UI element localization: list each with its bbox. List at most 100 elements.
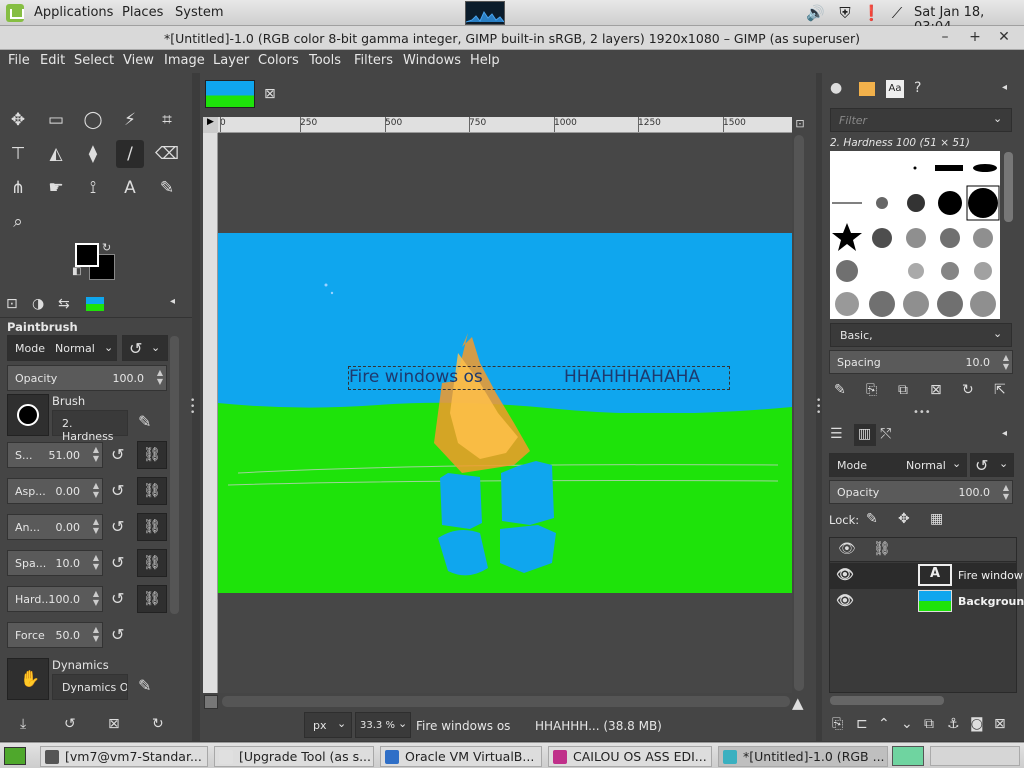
- paths-tab-icon[interactable]: ⤲: [880, 426, 891, 442]
- chain-link-icon[interactable]: ⛓: [137, 477, 167, 505]
- edit-dynamics-icon[interactable]: ✎: [138, 676, 151, 695]
- dock-resize-handle[interactable]: • • •: [816, 397, 821, 418]
- unit-dropdown[interactable]: px ⌄: [304, 712, 352, 738]
- volume-icon[interactable]: 🔊: [806, 4, 825, 22]
- channels-tab-icon[interactable]: ▥: [854, 424, 876, 446]
- color-picker-tool-icon[interactable]: ✎: [153, 174, 181, 202]
- zoom-on-resize-icon[interactable]: ⊡: [792, 117, 808, 133]
- foreground-color-swatch[interactable]: [75, 243, 99, 267]
- images-tab-icon[interactable]: [86, 297, 104, 311]
- duplicate-layer-icon[interactable]: ⧉: [924, 716, 934, 732]
- brushes-tab-icon[interactable]: ●: [830, 80, 842, 96]
- reset-icon[interactable]: ↺: [111, 517, 124, 536]
- brush-preview-button[interactable]: [7, 394, 49, 436]
- lock-alpha-icon[interactable]: ▦: [930, 511, 943, 527]
- paths-tool-icon[interactable]: ⟟: [79, 174, 107, 202]
- reset-icon[interactable]: ↺: [111, 625, 124, 644]
- horizontal-scrollbar[interactable]: [222, 696, 790, 707]
- menu-system[interactable]: System: [175, 5, 223, 20]
- brush-spacing-slider[interactable]: Spacing 10.0 ▲ ▼: [829, 350, 1013, 374]
- delete-tool-preset-icon[interactable]: ⊠: [108, 716, 120, 732]
- anchor-layer-icon[interactable]: ⚓: [947, 716, 960, 732]
- reset-tool-options-icon[interactable]: ↻: [152, 716, 164, 732]
- zoom-tool-icon[interactable]: ⌕: [4, 208, 32, 236]
- open-brush-icon[interactable]: ⇱: [994, 382, 1006, 398]
- menu-layer[interactable]: Layer: [213, 53, 249, 68]
- device-status-tab-icon[interactable]: ◑: [32, 296, 44, 312]
- undo-history-tab-icon[interactable]: ⇆: [58, 296, 70, 312]
- patterns-tab-icon[interactable]: [859, 82, 875, 96]
- brush-filter-input[interactable]: Filter ⌄: [830, 108, 1012, 132]
- menu-file[interactable]: File: [8, 53, 30, 68]
- reset-icon[interactable]: ↺: [111, 481, 124, 500]
- eye-icon[interactable]: 👁: [836, 593, 854, 609]
- layer-opacity-slider[interactable]: Opacity 100.0 ▲ ▼: [829, 480, 1013, 504]
- dock-separator-handle[interactable]: •••: [913, 407, 931, 418]
- taskbar-button[interactable]: [Upgrade Tool (as s...: [214, 746, 374, 767]
- image-tab-thumbnail[interactable]: [205, 80, 255, 108]
- menu-edit[interactable]: Edit: [40, 53, 65, 68]
- workspace-switcher[interactable]: [892, 746, 924, 766]
- layer-row[interactable]: 👁 Backgroun: [830, 589, 1024, 615]
- menu-help[interactable]: Help: [470, 53, 500, 68]
- edit-brush-icon[interactable]: ✎: [834, 382, 846, 398]
- crop-tool-icon[interactable]: ⌗: [153, 106, 181, 134]
- reset-icon[interactable]: ↺: [111, 445, 124, 464]
- spin-arrows-icon[interactable]: ▲ ▼: [93, 445, 99, 463]
- mode-reset-dropdown[interactable]: ↺ ⌄: [122, 335, 168, 361]
- close-image-tab-icon[interactable]: ⊠: [264, 86, 276, 102]
- text-tool-icon[interactable]: A: [116, 174, 144, 202]
- taskbar-button[interactable]: CAILOU OS ASS EDI...: [548, 746, 712, 767]
- new-layer-group-icon[interactable]: ⊏: [856, 716, 868, 732]
- brush-tag-dropdown[interactable]: Basic, ⌄: [830, 323, 1012, 347]
- restore-tool-preset-icon[interactable]: ↺: [64, 716, 76, 732]
- spin-arrows-icon[interactable]: ▲ ▼: [93, 517, 99, 535]
- minimize-button[interactable]: –: [936, 29, 954, 47]
- spin-arrows-icon[interactable]: ▲ ▼: [1003, 483, 1009, 501]
- network-icon[interactable]: ⟋: [888, 4, 906, 22]
- taskbar-button[interactable]: [vm7@vm7-Standar...: [40, 746, 208, 767]
- ruler-horizontal[interactable]: 0 250 500 750 1000 1250 1500: [218, 117, 792, 133]
- chain-link-icon[interactable]: ⛓: [137, 549, 167, 577]
- quick-mask-menu-icon[interactable]: ▶: [203, 117, 218, 133]
- spin-arrows-icon[interactable]: ▲ ▼: [93, 553, 99, 571]
- layers-tab-icon[interactable]: ☰: [830, 426, 843, 442]
- navigate-icon[interactable]: [204, 695, 218, 709]
- raise-layer-icon[interactable]: ⌃: [878, 716, 890, 732]
- edit-brush-icon[interactable]: ✎: [138, 412, 151, 431]
- new-brush-icon[interactable]: ⎘: [866, 382, 877, 398]
- fonts-tab-icon[interactable]: Aa: [886, 80, 904, 98]
- paintbrush-tool-icon[interactable]: /: [116, 140, 144, 168]
- lasso-tool-icon[interactable]: ◯: [79, 106, 107, 134]
- smudge-tool-icon[interactable]: ☛: [42, 174, 70, 202]
- mode-dropdown[interactable]: Mode Normal ⌄: [7, 335, 117, 361]
- dynamics-preview-button[interactable]: ✋: [7, 658, 49, 700]
- new-layer-icon[interactable]: ⎘: [832, 716, 843, 732]
- workspace-slot[interactable]: [930, 746, 1020, 766]
- menu-applications[interactable]: Applications: [34, 5, 113, 20]
- system-monitor-applet[interactable]: [465, 1, 505, 25]
- swap-colors-icon[interactable]: ↻: [102, 241, 111, 254]
- refresh-brushes-icon[interactable]: ↻: [962, 382, 974, 398]
- close-button[interactable]: ✕: [995, 29, 1013, 47]
- layer-mask-icon[interactable]: ◙: [970, 716, 984, 732]
- brush-param-slider[interactable]: Asp... 0.00 ▲ ▼: [7, 478, 103, 504]
- layer-row[interactable]: 👁 A Fire window: [830, 563, 1023, 589]
- tool-options-tab-icon[interactable]: ⊡: [6, 296, 18, 312]
- chain-link-icon[interactable]: ⛓: [137, 441, 167, 469]
- menu-tools[interactable]: Tools: [309, 53, 341, 68]
- dock-menu-icon[interactable]: ◂: [1002, 82, 1007, 93]
- brush-param-slider[interactable]: Force 50.0 ▲ ▼: [7, 622, 103, 648]
- alert-icon[interactable]: ❗: [862, 4, 881, 22]
- menu-filters[interactable]: Filters: [354, 53, 393, 68]
- text-layer-box[interactable]: Fire windows os HHAHHHAHAHA: [348, 366, 730, 390]
- menu-windows[interactable]: Windows: [403, 53, 461, 68]
- menu-colors[interactable]: Colors: [258, 53, 299, 68]
- menu-view[interactable]: View: [123, 53, 154, 68]
- spin-arrows-icon[interactable]: ▲ ▼: [1003, 353, 1009, 371]
- brush-grid-scrollbar[interactable]: [1004, 152, 1013, 222]
- warp-tool-icon[interactable]: ⋔: [4, 174, 32, 202]
- window-titlebar[interactable]: *[Untitled]-1.0 (RGB color 8-bit gamma i…: [0, 26, 1024, 50]
- lock-position-icon[interactable]: ✥: [898, 511, 910, 527]
- left-dock-resize-handle[interactable]: • • •: [190, 397, 195, 418]
